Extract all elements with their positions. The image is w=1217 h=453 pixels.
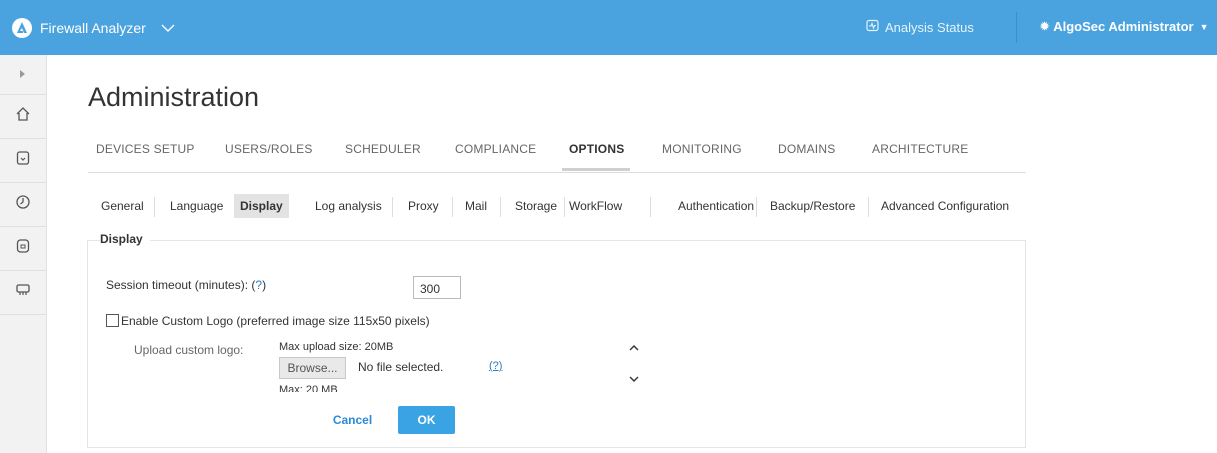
device-icon xyxy=(16,150,30,171)
subtab-storage[interactable]: Storage xyxy=(509,194,563,218)
subtab-general[interactable]: General xyxy=(95,194,150,218)
brand[interactable]: Firewall Analyzer xyxy=(12,18,176,38)
chevron-down-icon[interactable] xyxy=(160,20,176,36)
session-timeout-close-paren: ) xyxy=(262,278,267,292)
subtab-divider xyxy=(452,197,453,217)
gear-icon: ✹ xyxy=(1040,21,1050,33)
custom-logo-checkbox[interactable] xyxy=(106,314,119,327)
subtab-proxy[interactable]: Proxy xyxy=(402,194,445,218)
subtab-divider xyxy=(154,197,155,217)
policy-icon xyxy=(16,238,30,259)
page-title: Administration xyxy=(88,82,260,112)
sidebar-item-devices[interactable] xyxy=(0,139,46,183)
subtab-divider xyxy=(868,197,869,217)
subtab-divider xyxy=(650,197,651,217)
caret-down-icon: ▼ xyxy=(1199,21,1209,32)
upload-area: Max upload size: 20MB Browse... No file … xyxy=(270,338,650,392)
analysis-status-link[interactable]: Analysis Status xyxy=(866,19,974,35)
sidebar-item-policy[interactable] xyxy=(0,227,46,271)
tab-users-roles[interactable]: USERS/ROLES xyxy=(225,142,313,156)
subtab-language[interactable]: Language xyxy=(164,194,229,218)
sidebar-item-history[interactable] xyxy=(0,183,46,227)
tab-devices-setup[interactable]: DEVICES SETUP xyxy=(96,142,195,156)
tab-monitoring[interactable]: MONITORING xyxy=(662,142,742,156)
subtab-divider xyxy=(500,197,501,217)
topbar-divider xyxy=(1016,12,1017,43)
subtab-mail[interactable]: Mail xyxy=(459,194,493,218)
subtab-log-analysis[interactable]: Log analysis xyxy=(309,194,388,218)
user-name: AlgoSec Administrator xyxy=(1053,19,1194,34)
main-tabs: DEVICES SETUP USERS/ROLES SCHEDULER COMP… xyxy=(88,142,1026,173)
algosec-logo-icon xyxy=(12,18,32,38)
chevron-up-icon[interactable] xyxy=(628,341,640,353)
fieldset-border xyxy=(88,240,100,241)
tab-scheduler[interactable]: SCHEDULER xyxy=(345,142,421,156)
subtab-advanced-configuration[interactable]: Advanced Configuration xyxy=(875,194,1015,218)
subtab-divider xyxy=(392,197,393,217)
history-icon xyxy=(15,194,31,215)
subtab-backup-restore[interactable]: Backup/Restore xyxy=(764,194,861,218)
sidebar-item-home[interactable] xyxy=(0,95,46,139)
app-name: Firewall Analyzer xyxy=(40,20,146,36)
subtab-display[interactable]: Display xyxy=(234,194,289,218)
tab-architecture[interactable]: ARCHITECTURE xyxy=(872,142,968,156)
sidebar-item-network[interactable] xyxy=(0,271,46,315)
tab-domains[interactable]: DOMAINS xyxy=(778,142,835,156)
home-icon xyxy=(15,106,31,127)
tab-compliance[interactable]: COMPLIANCE xyxy=(455,142,536,156)
session-timeout-input[interactable]: 300 xyxy=(413,276,461,299)
user-menu[interactable]: ✹ AlgoSec Administrator ▼ xyxy=(1040,19,1209,34)
expand-icon xyxy=(19,66,27,84)
active-tab-indicator xyxy=(562,168,630,171)
fieldset-legend: Display xyxy=(100,232,150,246)
session-timeout-text: Session timeout (minutes): ( xyxy=(106,278,256,292)
analysis-status-icon xyxy=(866,19,885,35)
top-bar: Firewall Analyzer Analysis Status ✹ Algo… xyxy=(0,0,1217,55)
subtab-authentication[interactable]: Authentication xyxy=(672,194,760,218)
subtab-workflow[interactable]: WorkFlow xyxy=(563,194,628,218)
upload-help-link[interactable]: (?) xyxy=(489,360,502,372)
max-upload-size: Max upload size: 20MB xyxy=(279,341,394,353)
ok-button[interactable]: OK xyxy=(398,406,455,434)
session-timeout-label: Session timeout (minutes): (?) xyxy=(106,278,266,292)
sub-tabs: General Language Display Log analysis Pr… xyxy=(88,194,1026,220)
cancel-button[interactable]: Cancel xyxy=(325,406,380,434)
custom-logo-label: Enable Custom Logo (preferred image size… xyxy=(121,314,430,328)
no-file-selected: No file selected. xyxy=(358,360,444,374)
browse-button[interactable]: Browse... xyxy=(279,357,346,379)
max-size-note: Max: 20 MB xyxy=(279,384,338,392)
analysis-status-label: Analysis Status xyxy=(885,19,974,35)
network-icon xyxy=(15,282,31,303)
subtab-divider xyxy=(756,197,757,217)
sidebar-expand[interactable] xyxy=(0,55,46,95)
upload-logo-label: Upload custom logo: xyxy=(134,343,244,357)
tab-options[interactable]: OPTIONS xyxy=(569,142,624,156)
sidebar xyxy=(0,55,47,453)
chevron-down-icon[interactable] xyxy=(628,373,640,385)
